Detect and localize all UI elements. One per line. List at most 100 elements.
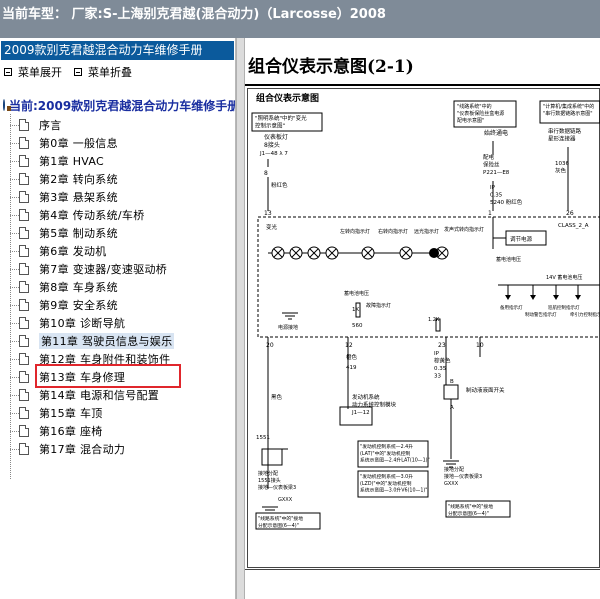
tree-item[interactable]: 序言 bbox=[10, 116, 235, 134]
note-text: "照明系统"中的"变光 bbox=[255, 114, 307, 122]
tree-connector bbox=[10, 448, 19, 450]
tree-item[interactable]: 第9章 安全系统 bbox=[10, 296, 235, 314]
lamp-label: 制动警告指示灯 bbox=[525, 311, 557, 318]
tree-item[interactable]: 第5章 制动系统 bbox=[10, 224, 235, 242]
brake-switch-box bbox=[443, 384, 459, 400]
tree-item-label: 第5章 制动系统 bbox=[39, 227, 118, 240]
document-icon bbox=[19, 389, 29, 401]
indicator-label: 右转向指示灯 bbox=[378, 228, 408, 235]
ecm-label: 动力系统控制模块 bbox=[352, 401, 397, 409]
tree-connector bbox=[10, 214, 19, 216]
tree-connector bbox=[10, 250, 19, 252]
tree-connector bbox=[10, 322, 19, 324]
document-icon bbox=[19, 263, 29, 275]
note-text: (LAT)"中的"发动机控制 bbox=[360, 450, 411, 457]
tree-item-label: 第7章 变速器/变速驱动桥 bbox=[39, 263, 168, 276]
wire-color-label: 419 bbox=[346, 365, 357, 371]
tree-item[interactable]: 第15章 车顶 bbox=[10, 404, 235, 422]
tree-item-label: 第13章 车身修理 bbox=[39, 371, 126, 384]
tree-item[interactable]: 第7章 变速器/变速驱动桥 bbox=[10, 260, 235, 278]
tree-item[interactable]: 第10章 诊断导航 bbox=[10, 314, 235, 332]
tree-item[interactable]: 第17章 混合动力 bbox=[10, 440, 235, 458]
wire-label: 5240 粉红色 bbox=[490, 198, 523, 206]
pin-label: 20 bbox=[266, 342, 274, 349]
document-icon bbox=[19, 173, 29, 185]
indicator-label: 左转向指示灯 bbox=[340, 228, 370, 235]
tree-item-label: 第8章 车身系统 bbox=[39, 281, 118, 294]
document-icon bbox=[19, 191, 29, 203]
pin-label: 13 bbox=[264, 210, 272, 217]
document-icon bbox=[19, 299, 29, 311]
tree-item[interactable]: 第1章 HVAC bbox=[10, 152, 235, 170]
pin-label: 12 bbox=[345, 342, 353, 349]
led-symbol bbox=[530, 295, 536, 300]
fuse-label: 配电 bbox=[483, 153, 495, 161]
tree-connector bbox=[10, 268, 19, 270]
document-icon bbox=[19, 155, 29, 167]
indicator-label: 发声式转向指示灯 bbox=[444, 226, 484, 233]
tree-item[interactable]: 第11章 驾驶员信息与娱乐 bbox=[10, 332, 235, 350]
tree-item-label: 第9章 安全系统 bbox=[39, 299, 118, 312]
tree-connector bbox=[10, 232, 19, 234]
note-text: 分配示意图(6—4)" bbox=[448, 510, 489, 517]
fault-lamp-label: 故障指示灯 bbox=[366, 302, 391, 309]
voltage-label: 14V 蓄电池电压 bbox=[546, 274, 582, 281]
tree-item-label: 第1章 HVAC bbox=[39, 155, 104, 168]
collapse-menu-button[interactable]: 菜单折叠 bbox=[74, 65, 132, 79]
pin-label: 26 bbox=[566, 210, 574, 217]
document-icon bbox=[19, 407, 29, 419]
note-text: 分配示意图(6—4)" bbox=[258, 522, 299, 529]
pin-label: 8 bbox=[264, 170, 268, 177]
tree-item[interactable]: 第6章 发动机 bbox=[10, 242, 235, 260]
indicator-label: 远光指示灯 bbox=[414, 228, 439, 235]
tree-item[interactable]: 第14章 电源和信号配置 bbox=[10, 386, 235, 404]
ground-splice bbox=[261, 448, 283, 466]
note-text: "线路系统"中的"接地 bbox=[258, 515, 303, 522]
note-text: 配电示意图" bbox=[457, 117, 484, 124]
ground-label: GXXX bbox=[444, 481, 459, 487]
tree-connector bbox=[10, 304, 19, 306]
wire-color-label: 黑色 bbox=[271, 393, 283, 401]
wire-label: 0.35 bbox=[490, 193, 503, 199]
tree-item-label: 第14章 电源和信号配置 bbox=[39, 389, 160, 402]
tree-item[interactable]: 第0章 一般信息 bbox=[10, 134, 235, 152]
tree-item[interactable]: 第12章 车身附件和装饰件 bbox=[10, 350, 235, 368]
document-icon bbox=[19, 371, 29, 383]
tree-connector bbox=[10, 340, 19, 342]
collapse-menu-label: 菜单折叠 bbox=[88, 66, 132, 79]
note-text: "线路系统"中的 bbox=[457, 103, 492, 110]
expand-menu-button[interactable]: 菜单展开 bbox=[4, 65, 62, 79]
tree-item[interactable]: 第16章 座椅 bbox=[10, 422, 235, 440]
ground-label: 接地—仪表板梁3 bbox=[444, 473, 482, 480]
connector-label: J1—48 λ 7 bbox=[259, 151, 288, 157]
tree-item[interactable]: 第2章 转向系统 bbox=[10, 170, 235, 188]
pane-splitter[interactable] bbox=[236, 38, 245, 599]
pin-label: 1 bbox=[488, 210, 492, 217]
tree-item-label: 第12章 车身附件和装饰件 bbox=[39, 353, 171, 366]
tree-item[interactable]: 第13章 车身修理 bbox=[10, 368, 235, 386]
tree-root[interactable]: 当前:2009款别克君越混合动力车维修手册 bbox=[3, 97, 235, 113]
lamp-label: 备用指示灯 bbox=[500, 304, 523, 311]
supply-label: 蓄电池电压 bbox=[496, 256, 521, 263]
tree-item-label: 第15章 车顶 bbox=[39, 407, 103, 420]
tree-item-label: 第0章 一般信息 bbox=[39, 137, 118, 150]
tree-connector bbox=[10, 286, 19, 288]
tree-item[interactable]: 第4章 传动系统/车桥 bbox=[10, 206, 235, 224]
note-text: "计算机/集成系统"中的 bbox=[543, 103, 594, 110]
note-text: "线路系统"中的"接地 bbox=[448, 503, 493, 510]
note-text: 控制示意图" bbox=[255, 122, 285, 130]
title-rule bbox=[245, 84, 600, 86]
resistor-label: 1.2K bbox=[428, 317, 440, 323]
speaker-symbol bbox=[429, 248, 439, 258]
voltage-label: 蓄电池电压 bbox=[344, 290, 369, 297]
fuse-label: P221—E8 bbox=[483, 170, 510, 176]
tree-item[interactable]: 第8章 车身系统 bbox=[10, 278, 235, 296]
resistor-label: 560 bbox=[352, 323, 363, 329]
serial-label: 串行数据链路 bbox=[548, 127, 582, 135]
document-icon bbox=[19, 353, 29, 365]
tree-item[interactable]: 第3章 悬架系统 bbox=[10, 188, 235, 206]
fuse-label: 保险丝 bbox=[483, 161, 500, 169]
wire-label: 1551 bbox=[256, 435, 270, 441]
tree-item-label: 第10章 诊断导航 bbox=[39, 317, 126, 330]
tree-root-label: 当前:2009款别克君越混合动力车维修手册 bbox=[9, 98, 235, 113]
